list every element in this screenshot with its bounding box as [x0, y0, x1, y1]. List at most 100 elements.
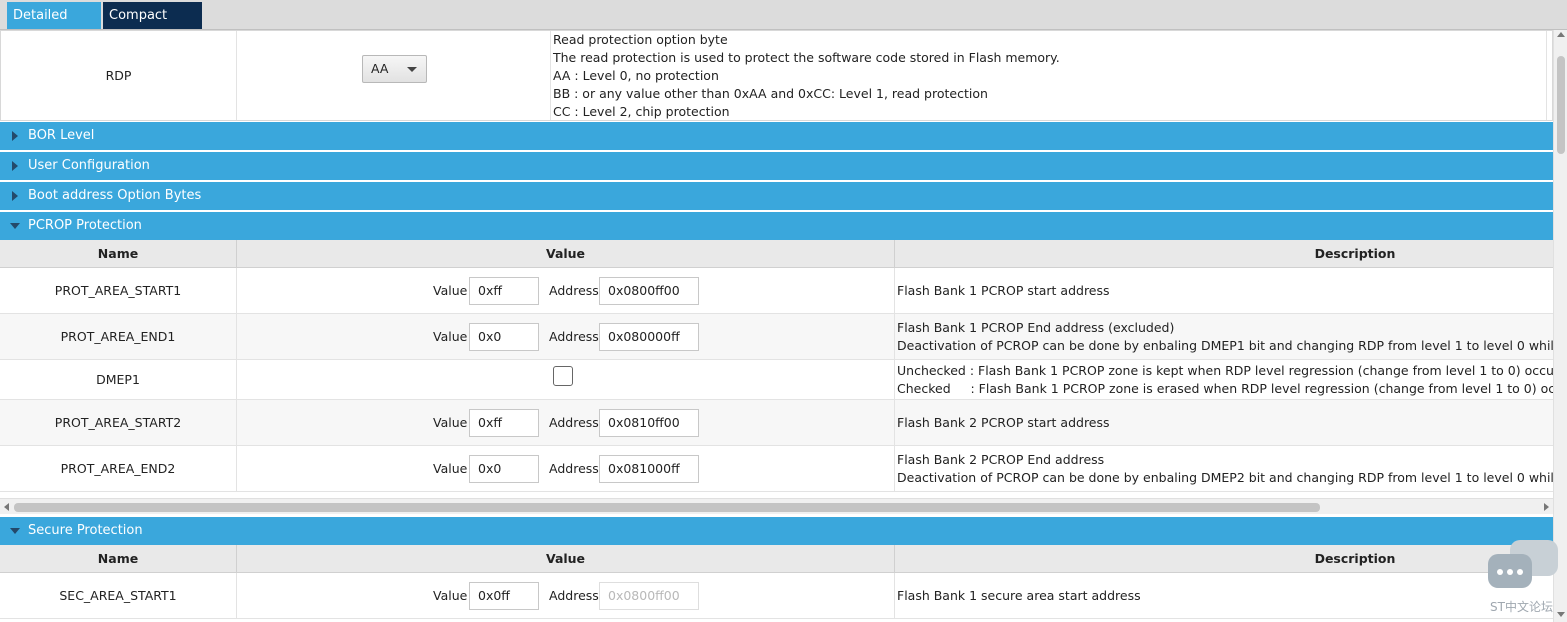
- chevron-down-icon: [407, 67, 417, 72]
- section-title: Boot address Option Bytes: [28, 188, 202, 203]
- table-row: PROT_AREA_START2 Value 0xff Address 0x08…: [0, 400, 1553, 446]
- rdp-name: RDP: [1, 31, 237, 120]
- rdp-select[interactable]: AA: [362, 55, 427, 83]
- row-description: Flash Bank 1 PCROP start address: [897, 268, 1553, 313]
- desc-line: Unchecked : Flash Bank 1 PCROP zone is k…: [897, 362, 1553, 378]
- address-label: Address: [549, 588, 599, 603]
- forum-watermark: ST中文论坛: [1486, 538, 1562, 618]
- address-label: Address: [549, 415, 599, 430]
- desc-line: Checked : Flash Bank 1 PCROP zone is era…: [897, 380, 1553, 396]
- row-name: SEC_AREA_START1: [0, 573, 237, 618]
- value-input[interactable]: 0x0: [469, 323, 539, 351]
- value-input[interactable]: 0xff: [469, 277, 539, 305]
- rdp-selected-value: AA: [371, 61, 389, 76]
- section-title: BOR Level: [28, 128, 95, 143]
- expand-triangle-icon: [12, 191, 18, 201]
- row-value-cell: Value 0xff Address 0x0800ff00: [237, 268, 895, 313]
- row-value-cell: [237, 360, 895, 399]
- address-label: Address: [549, 329, 599, 344]
- row-value-cell: Value 0x0 Address 0x081000ff: [237, 446, 895, 491]
- section-user-configuration[interactable]: User Configuration: [0, 152, 1553, 180]
- expand-triangle-icon: [12, 131, 18, 141]
- column-header-name: Name: [0, 240, 237, 268]
- section-title: User Configuration: [28, 158, 150, 173]
- row-name: DMEP1: [0, 360, 237, 399]
- address-input[interactable]: 0x0800ff00: [599, 277, 699, 305]
- scroll-up-icon[interactable]: [1557, 32, 1565, 37]
- row-description: Flash Bank 2 PCROP End address Deactivat…: [897, 446, 1553, 491]
- row-name: PROT_AREA_START2: [0, 400, 237, 445]
- watermark-text: ST中文论坛: [1490, 600, 1553, 614]
- option-bytes-window: Detailed view Compact view RDP AA Read p…: [0, 0, 1567, 622]
- chat-dot-icon: [1497, 569, 1503, 575]
- row-description: Unchecked : Flash Bank 1 PCROP zone is k…: [897, 360, 1553, 399]
- value-label: Value: [433, 461, 468, 476]
- scroll-left-icon[interactable]: [4, 503, 9, 511]
- table-row: PROT_AREA_END1 Value 0x0 Address 0x08000…: [0, 314, 1553, 360]
- address-input[interactable]: 0x0810ff00: [599, 409, 699, 437]
- rdp-desc-line: Read protection option byte: [553, 32, 728, 47]
- value-label: Value: [433, 283, 468, 298]
- pcrop-horizontal-scrollbar[interactable]: [0, 498, 1553, 514]
- desc-line: Flash Bank 2 PCROP start address: [897, 414, 1110, 430]
- desc-line: Deactivation of PCROP can be done by enb…: [897, 469, 1553, 485]
- scrollbar-thumb[interactable]: [1557, 56, 1565, 154]
- scrollbar-thumb[interactable]: [14, 503, 1320, 512]
- row-value-cell: Value 0x0 Address 0x080000ff: [237, 314, 895, 359]
- column-header-description: Description: [1314, 551, 1396, 566]
- value-label: Value: [433, 329, 468, 344]
- table-row: PROT_AREA_START1 Value 0xff Address 0x08…: [0, 268, 1553, 314]
- collapse-triangle-icon: [10, 223, 20, 229]
- rdp-desc-line: BB : or any value other than 0xAA and 0x…: [553, 86, 988, 101]
- value-label: Value: [433, 415, 468, 430]
- address-label: Address: [549, 283, 599, 298]
- view-tabbar: Detailed view Compact view: [0, 0, 1567, 50]
- row-value-cell: Value 0x0ff Address 0x0800ff00: [237, 573, 895, 618]
- row-description: Flash Bank 1 PCROP End address (excluded…: [897, 314, 1553, 359]
- desc-line: Flash Bank 1 PCROP End address (excluded…: [897, 319, 1175, 335]
- table-row: DMEP1 Unchecked : Flash Bank 1 PCROP zon…: [0, 360, 1553, 400]
- rdp-desc-line: CC : Level 2, chip protection: [553, 104, 730, 119]
- value-input[interactable]: 0x0: [469, 455, 539, 483]
- desc-line: Flash Bank 1 secure area start address: [897, 587, 1141, 603]
- section-secure-protection[interactable]: Secure Protection: [0, 517, 1553, 545]
- value-input[interactable]: 0xff: [469, 409, 539, 437]
- column-header-name: Name: [0, 545, 237, 573]
- row-name: PROT_AREA_START1: [0, 268, 237, 313]
- desc-line: Deactivation of PCROP can be done by enb…: [897, 337, 1553, 353]
- address-input: 0x0800ff00: [599, 582, 699, 610]
- row-name: PROT_AREA_END1: [0, 314, 237, 359]
- row-description: Flash Bank 1 secure area start address: [897, 573, 1553, 618]
- section-boot-address[interactable]: Boot address Option Bytes: [0, 182, 1553, 210]
- column-header-value: Value: [237, 545, 895, 573]
- secure-table-header: Name Value Description: [0, 545, 1553, 573]
- address-input[interactable]: 0x081000ff: [599, 455, 699, 483]
- section-bor-level[interactable]: BOR Level: [0, 122, 1553, 150]
- dmep1-checkbox[interactable]: [553, 366, 573, 386]
- row-value-cell: Value 0xff Address 0x0810ff00: [237, 400, 895, 445]
- pcrop-table: Name Value Description PROT_AREA_START1 …: [0, 240, 1553, 492]
- address-input[interactable]: 0x080000ff: [599, 323, 699, 351]
- secure-table: Name Value Description SEC_AREA_START1 V…: [0, 545, 1553, 622]
- section-pcrop-protection[interactable]: PCROP Protection: [0, 212, 1553, 240]
- value-input[interactable]: 0x0ff: [469, 582, 539, 610]
- row-description: Flash Bank 2 PCROP start address: [897, 400, 1553, 445]
- rdp-description: Read protection option byte The read pro…: [553, 31, 1547, 120]
- rdp-value-cell: AA: [237, 31, 551, 120]
- table-row: SEC_AREA_START1 Value 0x0ff Address 0x08…: [0, 573, 1553, 619]
- scroll-right-icon[interactable]: [1544, 503, 1549, 511]
- desc-line: Flash Bank 2 PCROP End address: [897, 451, 1105, 467]
- tab-detailed-view[interactable]: Detailed view: [7, 2, 101, 50]
- value-label: Value: [433, 588, 468, 603]
- chat-dot-icon: [1517, 569, 1523, 575]
- desc-line: Flash Bank 1 PCROP start address: [897, 282, 1110, 298]
- table-row: PROT_AREA_END2 Value 0x0 Address 0x08100…: [0, 446, 1553, 492]
- collapse-triangle-icon: [10, 528, 20, 534]
- rdp-row: RDP AA Read protection option byte The r…: [0, 30, 1553, 121]
- chat-dot-icon: [1507, 569, 1513, 575]
- column-header-description: Description: [1314, 246, 1396, 261]
- rdp-desc-line: AA : Level 0, no protection: [553, 68, 719, 83]
- vertical-scrollbar[interactable]: [1553, 30, 1567, 622]
- column-header-value: Value: [237, 240, 895, 268]
- tab-compact-view[interactable]: Compact view: [103, 2, 202, 50]
